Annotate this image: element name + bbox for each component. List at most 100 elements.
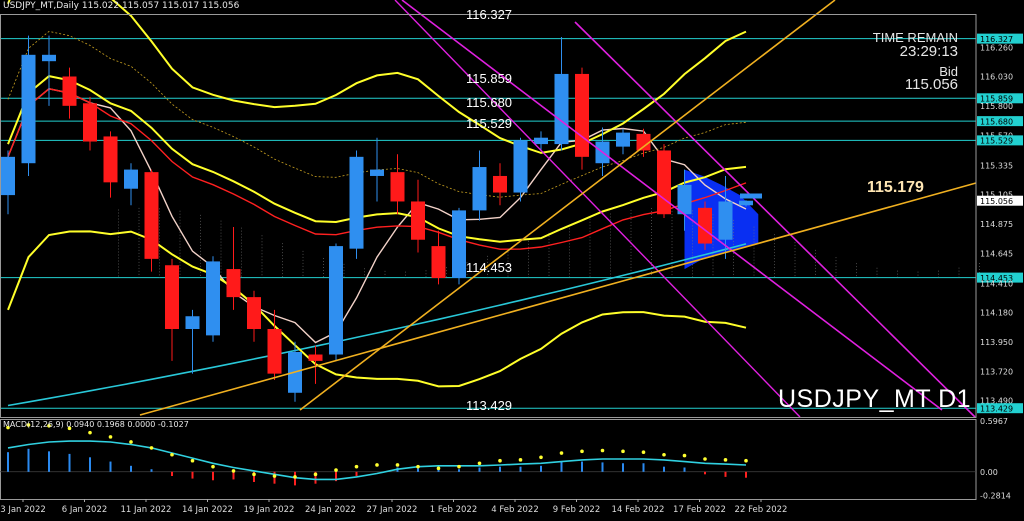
level-label-114453: 114.453 [466,260,513,275]
candle-up [42,54,56,62]
macd-dot [436,466,441,471]
y-tick-label: 113.720 [980,367,1013,376]
candle-down [493,175,507,193]
macd-dot [477,461,482,466]
macd-dot [539,455,543,460]
candle-up [1,156,15,196]
x-tick-label: 14 Jan 2022 [182,505,233,515]
candle-down [411,201,425,240]
macd-dot [662,452,666,457]
level-label-115859: 115.859 [466,71,513,86]
macd-dot [395,463,400,467]
y-tick-label: 116.030 [980,73,1013,82]
candle-up [349,156,364,249]
macd-dot [354,464,359,469]
x-tick-label: 6 Jan 2022 [62,505,108,515]
macd-dot [88,430,92,435]
macd-dot [518,458,523,462]
y-tick-label: 114.875 [980,220,1013,229]
chart-header: USDJPY_MT,Daily 115.022 115.057 115.017 … [3,1,240,11]
macd-dot [375,463,379,467]
candle-down [267,329,282,374]
candle-up [206,261,220,336]
candle-down [431,246,446,278]
macd-dot [170,452,174,457]
candle-up [534,137,548,145]
macd-dot [129,440,133,444]
candle-down [308,354,323,361]
y-tick-label: 115.335 [980,161,1013,170]
candle-up [370,169,384,176]
bid-value: 115.056 [904,76,958,93]
x-tick-label: 27 Jan 2022 [367,505,418,515]
projection-value: 115.179 [867,179,924,196]
macd-dot [621,449,625,454]
macd-dot [108,435,113,439]
candle-up [513,140,528,193]
macd-dot [600,448,605,453]
macd-header: MACD(12,26,9) 0.0940 0.1968 0.0000 -0.10… [3,420,189,429]
x-tick-label: 22 Feb 2022 [735,505,788,515]
y-tick-label: 115.529 [980,137,1013,146]
symbol-label: USDJPY_MT D1 [778,385,972,413]
candle-up [739,200,753,206]
candle-down [390,172,405,202]
x-tick-label: 4 Feb 2022 [491,505,539,515]
x-tick-label: 11 Jan 2022 [121,505,172,515]
macd-dot [580,449,584,454]
y-tick-label: 116.260 [980,43,1013,52]
macd-dot [149,446,154,450]
y-tick-label: 113.429 [980,404,1013,413]
candle-up [21,54,36,164]
candle-down [657,150,671,215]
x-tick-label: 3 Jan 2022 [0,505,46,515]
y-tick-label: 114.180 [980,309,1013,318]
candle-down [62,76,77,106]
macd-dot [703,457,707,461]
candle-down [226,269,241,298]
macd-dot [723,458,728,462]
level-label-116327: 116.327 [466,7,513,22]
macd-dot [211,464,215,469]
macd-dot [416,464,420,469]
candle-down [103,136,118,183]
macd-y-label: 0.5967 [980,417,1008,426]
macd-dot [293,475,297,479]
candle-up [452,210,466,278]
candle-up [718,201,733,240]
macd-dot [334,468,338,472]
level-label-115529: 115.529 [466,116,513,131]
time-remain-value: 23:29:13 [899,43,958,60]
candle-up [329,246,343,355]
y-tick-label: 115.680 [980,117,1013,126]
level-label-115680: 115.680 [466,95,513,110]
macd-dot [313,472,318,477]
macd-dot [252,472,256,477]
candle-down [144,172,159,259]
y-tick-label: 115.800 [980,102,1013,111]
candle-down [247,297,261,330]
x-tick-label: 19 Jan 2022 [244,505,295,515]
candle-down [165,265,179,330]
x-tick-label: 14 Feb 2022 [612,505,665,515]
macd-y-label: 0.00 [980,468,998,477]
macd-dot [641,450,646,454]
y-tick-label: 115.056 [980,197,1013,206]
y-tick-label: 113.950 [980,338,1013,347]
x-tick-label: 1 Feb 2022 [430,505,478,515]
macd-dot [682,453,687,458]
candle-up [185,316,200,330]
macd-dot [744,458,748,463]
candle-up [472,167,487,211]
macd-dot [231,469,236,473]
candle-down [83,103,97,142]
candle-up [616,132,630,147]
x-tick-label: 9 Feb 2022 [553,505,601,515]
candle-up [124,169,138,189]
x-tick-label: 24 Jan 2022 [305,505,356,515]
y-tick-label: 114.645 [980,249,1013,258]
macd-y-label: -0.2814 [980,492,1011,501]
macd-dot [559,451,564,455]
macd-dot [498,458,502,463]
level-label-113429: 113.429 [466,398,513,413]
